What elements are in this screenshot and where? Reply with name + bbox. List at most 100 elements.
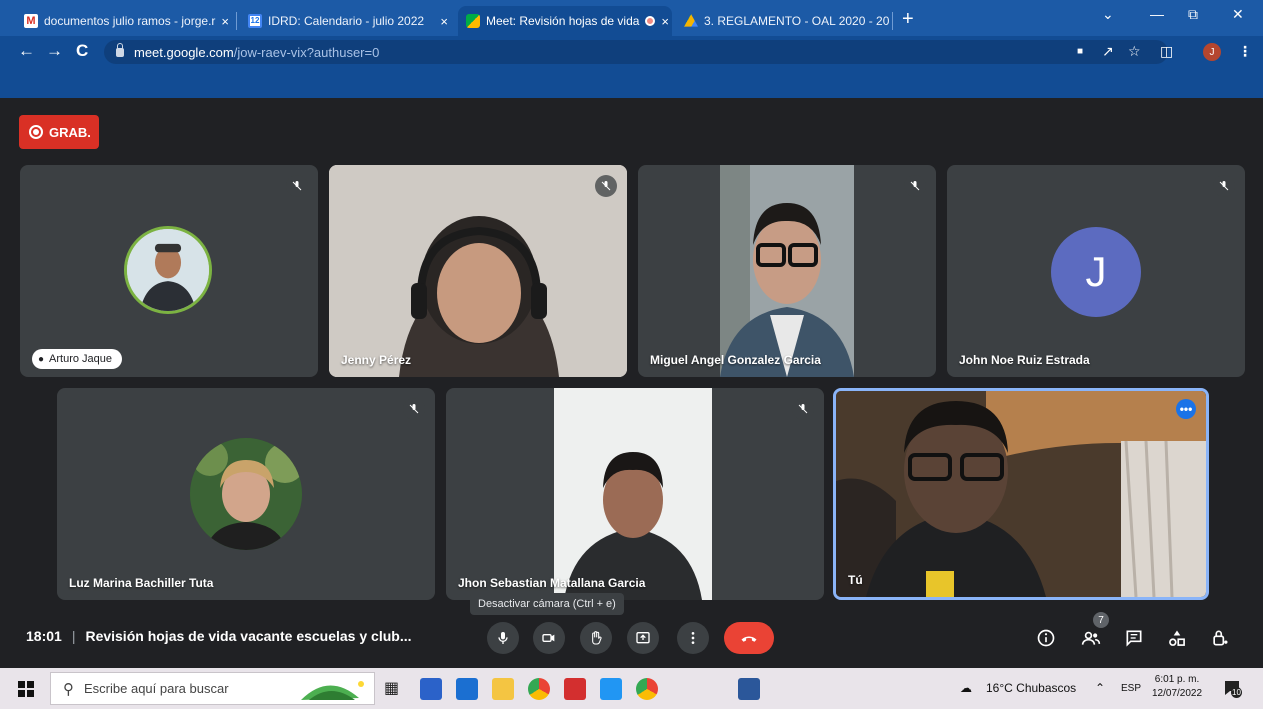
meeting-details-button[interactable]	[1034, 626, 1058, 650]
new-tab-button[interactable]: +	[902, 8, 914, 31]
raise-hand-button[interactable]	[580, 622, 612, 654]
side-panel-icon[interactable]: ◫	[1160, 43, 1173, 60]
reload-icon[interactable]: C	[76, 41, 88, 61]
recording-badge[interactable]: GRAB.	[19, 115, 99, 149]
participant-tile[interactable]: Jhon Sebastian Matallana Garcia	[446, 388, 824, 600]
camera-tooltip: Desactivar cámara (Ctrl + e)	[470, 593, 624, 615]
back-icon[interactable]: ←	[18, 41, 35, 61]
weather-text[interactable]: 16°C Chubascos	[986, 681, 1076, 695]
mic-off-icon	[403, 398, 425, 420]
weather-icon[interactable]: ☁	[960, 681, 972, 695]
activities-button[interactable]	[1165, 626, 1189, 650]
taskbar-search-input[interactable]: ⚲ Escribe aquí para buscar	[50, 672, 375, 705]
forward-icon[interactable]: →	[46, 41, 63, 61]
gmail-icon: M	[24, 14, 38, 28]
search-placeholder: Escribe aquí para buscar	[84, 681, 229, 696]
participant-avatar: J	[1051, 227, 1141, 317]
participant-video	[329, 165, 627, 377]
address-bar-row: ← → C meet.google.com/jow-raev-vix?authu…	[0, 36, 1263, 68]
participant-avatar	[124, 226, 212, 314]
clock[interactable]: 6:01 p. m. 12/07/2022	[1152, 673, 1202, 701]
hand-icon	[592, 631, 602, 645]
url-host: meet.google.com	[134, 44, 234, 60]
participant-name: ● Arturo Jaque	[32, 349, 123, 369]
kebab-icon	[691, 632, 695, 644]
acrobat-icon[interactable]	[564, 678, 586, 700]
microphone-button[interactable]	[487, 622, 519, 654]
close-icon[interactable]: ×	[889, 14, 890, 29]
tab-calendar[interactable]: 12 IDRD: Calendario - julio 2022 ×	[240, 6, 456, 36]
camera-button[interactable]	[533, 622, 565, 654]
participant-tile[interactable]: J John Noe Ruiz Estrada	[947, 165, 1245, 377]
present-icon	[636, 632, 650, 644]
tab-title: documentos julio ramos - jorge.r	[44, 14, 216, 28]
meet-icon	[466, 14, 480, 28]
participant-tile[interactable]: Miguel Angel Gonzalez Garcia	[638, 165, 936, 377]
search-highlight-icon	[301, 681, 364, 700]
tab-title: IDRD: Calendario - julio 2022	[268, 14, 425, 28]
participant-name: Jhon Sebastian Matallana Garcia	[458, 576, 646, 590]
file-explorer-icon[interactable]	[492, 678, 514, 700]
tab-drive[interactable]: 3. REGLAMENTO - OAL 2020 - 20 ×	[676, 6, 890, 36]
tab-gmail[interactable]: M documentos julio ramos - jorge.r ×	[16, 6, 234, 36]
recording-indicator-icon	[645, 16, 656, 26]
mic-off-icon	[1213, 175, 1235, 197]
more-options-button[interactable]: •••	[1176, 399, 1196, 419]
participant-tile[interactable]: Luz Marina Bachiller Tuta	[57, 388, 435, 600]
menu-kebab-icon[interactable]: ⋮	[1238, 43, 1252, 60]
mic-off-icon	[595, 175, 617, 197]
mic-off-icon	[286, 175, 308, 197]
host-controls-button[interactable]	[1208, 626, 1232, 650]
meeting-info: 18:01 | Revisión hojas de vida vacante e…	[26, 628, 412, 644]
profile-avatar[interactable]: J	[1203, 43, 1221, 61]
chat-button[interactable]	[1122, 626, 1146, 650]
share-icon[interactable]: ↗	[1102, 43, 1114, 60]
tab-title: Meet: Revisión hojas de vida	[486, 14, 640, 28]
app-icon[interactable]	[600, 678, 622, 700]
camera-in-use-icon[interactable]: ■	[1077, 46, 1083, 57]
meeting-title: Revisión hojas de vida vacante escuelas …	[85, 628, 412, 644]
present-screen-button[interactable]	[627, 622, 659, 654]
participant-name: Tú	[848, 573, 863, 587]
close-icon[interactable]: ×	[434, 14, 448, 29]
lock-icon	[116, 42, 124, 57]
tab-search-icon[interactable]: ⌄	[1102, 6, 1114, 23]
tab-meet[interactable]: Meet: Revisión hojas de vida ×	[458, 6, 672, 36]
participant-tile[interactable]: ● Arturo Jaque	[20, 165, 318, 377]
more-options-button[interactable]	[677, 622, 709, 654]
restore-icon[interactable]: ⧉	[1188, 6, 1198, 23]
notification-center-icon[interactable]: 10	[1222, 678, 1242, 698]
self-view-tile[interactable]: ••• Tú	[833, 388, 1209, 600]
tab-title: 3. REGLAMENTO - OAL 2020 - 20	[704, 14, 890, 28]
windows-taskbar: ⚲ Escribe aquí para buscar ▦ ☁ 16°C Chub…	[0, 668, 1263, 709]
leave-call-button[interactable]	[724, 622, 774, 654]
hang-up-icon	[741, 636, 757, 642]
mic-off-icon	[792, 398, 814, 420]
task-view-icon[interactable]: ▦	[384, 678, 406, 700]
participant-video	[554, 388, 712, 600]
url-path: /jow-raev-vix?authuser=0	[233, 44, 380, 60]
notification-count: 10	[1231, 687, 1242, 698]
minimize-icon[interactable]: —	[1150, 6, 1164, 22]
bookmark-star-icon[interactable]: ☆	[1128, 43, 1141, 60]
window-close-icon[interactable]: ✕	[1232, 6, 1244, 23]
chrome-icon[interactable]	[636, 678, 658, 700]
close-icon[interactable]: ×	[655, 14, 669, 29]
windows-start-icon[interactable]	[18, 681, 34, 697]
calendar-icon: 12	[248, 14, 262, 28]
activities-icon	[1169, 630, 1185, 646]
search-icon: ⚲	[63, 680, 74, 698]
people-button[interactable]	[1079, 626, 1103, 650]
word-icon[interactable]	[738, 678, 760, 700]
participant-tile[interactable]: Jenny Pérez	[329, 165, 627, 377]
close-icon[interactable]: ×	[215, 14, 229, 29]
clock-time: 6:01 p. m.	[1154, 674, 1200, 685]
info-icon	[1037, 629, 1055, 647]
chevron-up-icon[interactable]: ⌃	[1095, 681, 1105, 695]
app-icon[interactable]	[420, 678, 442, 700]
chrome-icon[interactable]	[528, 678, 550, 700]
language-indicator[interactable]: ESP	[1121, 683, 1141, 694]
store-icon[interactable]	[456, 678, 478, 700]
url-input[interactable]: meet.google.com/jow-raev-vix?authuser=0	[104, 40, 1168, 64]
participant-name: Miguel Angel Gonzalez Garcia	[650, 353, 821, 367]
